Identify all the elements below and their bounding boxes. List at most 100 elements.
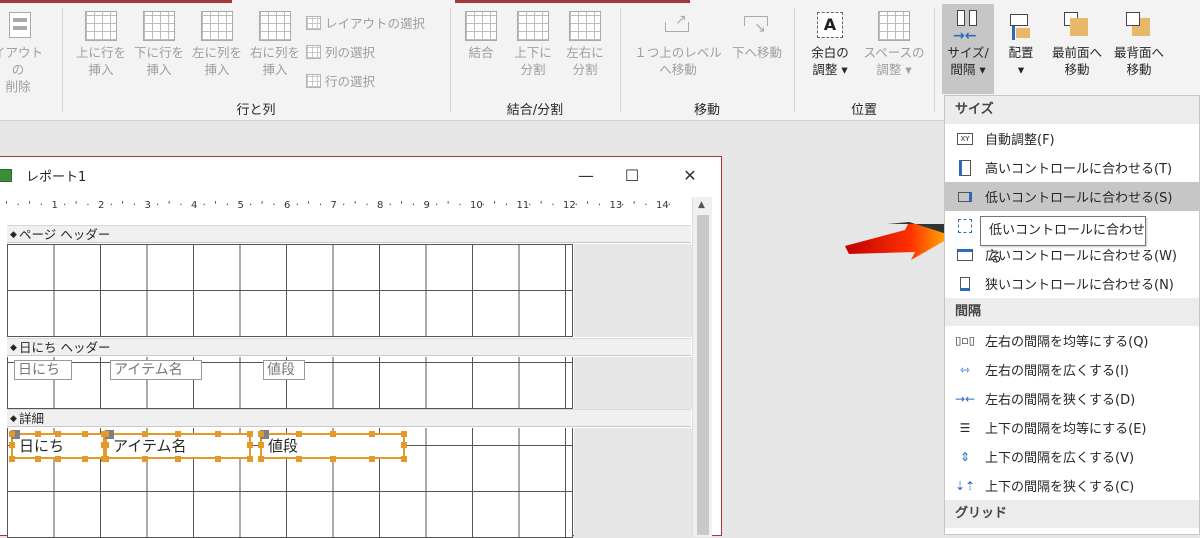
detail-bar[interactable]: ◆ 詳細 <box>7 409 691 427</box>
insert-col-right-button[interactable]: 右に列を 挿入 <box>244 8 306 78</box>
select-row-button[interactable]: 行の選択 <box>306 71 375 90</box>
ribbon-accent <box>455 0 690 3</box>
group-label-position: 位置 <box>850 103 877 118</box>
page-header-bar[interactable]: ◆ ページ ヘッダー <box>7 225 691 243</box>
resize-handle[interactable] <box>9 456 15 462</box>
size-space-icon: →← <box>951 8 985 44</box>
menu-header-size: サイズ <box>945 96 1199 124</box>
group-separator <box>794 8 795 112</box>
ruler-tick: · <box>667 200 671 211</box>
day-header-bar[interactable]: ◆ 日にち ヘッダー <box>7 338 691 356</box>
resize-handle[interactable] <box>368 431 375 437</box>
spacing-button[interactable]: スペースの 調整 ▾ <box>858 8 930 78</box>
resize-handle[interactable] <box>141 431 148 437</box>
ruler-tick: · <box>16 200 20 211</box>
ruler-number: 6 <box>284 200 291 211</box>
label-price[interactable]: 値段 <box>263 360 305 380</box>
bring-front-button[interactable]: 最前面へ 移動 <box>1044 8 1110 78</box>
resize-handle[interactable] <box>81 456 88 462</box>
increase-horizontal-icon: ⇿ <box>959 362 971 377</box>
resize-handle[interactable] <box>55 456 61 462</box>
resize-handle[interactable] <box>296 431 303 437</box>
group-label-move: 移動 <box>693 103 720 118</box>
insert-row-below-button[interactable]: 下に行を 挿入 <box>128 8 190 78</box>
close-button[interactable]: ✕ <box>667 161 713 189</box>
insert-col-left-button[interactable]: 左に列を 挿入 <box>186 8 248 78</box>
resize-handle[interactable] <box>329 456 336 462</box>
insert-col-right-label: 右に列を 挿入 <box>249 45 300 77</box>
resize-handle[interactable] <box>401 442 407 448</box>
ruler-tick: · <box>86 200 90 211</box>
resize-handle[interactable] <box>103 431 109 437</box>
move-up-button[interactable]: ↗ １つ上のレベル へ移動 <box>626 8 730 78</box>
menu-item-decrease-horizontal[interactable]: →← 左右の間隔を狭くする(D) <box>945 384 1199 413</box>
label-item-name[interactable]: アイテム名 <box>110 360 202 380</box>
minimize-button[interactable]: — <box>563 161 609 189</box>
resize-handle[interactable] <box>214 456 221 462</box>
resize-handle[interactable] <box>247 442 253 448</box>
menu-item-equal-vertical[interactable]: ☰ 上下の間隔を均等にする(E) <box>945 413 1199 442</box>
menu-item-to-shortest[interactable]: 低いコントロールに合わせる(S) <box>945 182 1199 211</box>
group-label-rows-cols: 行と列 <box>236 103 276 118</box>
remove-layout-button[interactable]: イアウトの 削除 <box>0 8 46 95</box>
ruler-tick: · <box>388 200 392 211</box>
menu-item-increase-vertical[interactable]: ⇕ 上下の間隔を広くする(V) <box>945 442 1199 471</box>
send-back-button[interactable]: 最背面へ 移動 <box>1106 8 1172 78</box>
resize-handle[interactable] <box>296 456 303 462</box>
vertical-scrollbar[interactable]: ▲ <box>692 197 712 537</box>
detail-empty-area <box>574 428 692 538</box>
resize-handle[interactable] <box>258 442 264 448</box>
move-down-button[interactable]: ↘ 下へ移動 <box>726 8 788 61</box>
menu-item-label: 上下の間隔を狭くする(C) <box>985 480 1135 495</box>
resize-handle[interactable] <box>175 456 181 462</box>
maximize-button[interactable]: ☐ <box>609 161 655 189</box>
resize-handle[interactable] <box>368 456 375 462</box>
split-vertical-icon <box>517 11 549 41</box>
resize-handle[interactable] <box>9 442 15 448</box>
resize-handle[interactable] <box>247 456 253 462</box>
resize-handle[interactable] <box>258 456 264 462</box>
resize-handle[interactable] <box>34 431 41 437</box>
menu-item-autofit[interactable]: XY 自動調整(F) <box>945 124 1199 153</box>
menu-item-decrease-vertical[interactable]: ⇣⇡ 上下の間隔を狭くする(C) <box>945 471 1199 500</box>
resize-handle[interactable] <box>81 431 88 437</box>
resize-handle[interactable] <box>9 431 15 437</box>
resize-handle[interactable] <box>329 431 336 437</box>
label-date[interactable]: 日にち <box>14 360 72 380</box>
resize-handle[interactable] <box>175 431 181 437</box>
margins-button[interactable]: A 余白の 調整 ▾ <box>800 8 860 78</box>
menu-item-increase-horizontal[interactable]: ⇿ 左右の間隔を広くする(I) <box>945 355 1199 384</box>
resize-handle[interactable] <box>214 431 221 437</box>
to-grid-icon <box>958 218 972 233</box>
ruler-tick: · <box>63 200 67 211</box>
menu-item-to-tallest[interactable]: 高いコントロールに合わせる(T) <box>945 153 1199 182</box>
resize-handle[interactable] <box>258 431 264 437</box>
menu-item-equal-horizontal[interactable]: ▯▫▯ 左右の間隔を均等にする(Q) <box>945 326 1199 355</box>
split-vertical-button[interactable]: 上下に 分割 <box>508 8 558 78</box>
select-layout-label: レイアウトの選択 <box>325 16 426 31</box>
split-horizontal-button[interactable]: 左右に 分割 <box>560 8 610 78</box>
merge-button[interactable]: 結合 <box>456 8 506 61</box>
resize-handle[interactable] <box>34 456 41 462</box>
align-button[interactable]: 配置 ▾ <box>998 8 1044 78</box>
insert-row-above-button[interactable]: 上に行を 挿入 <box>70 8 132 78</box>
menu-item-to-narrowest[interactable]: 狭いコントロールに合わせる(N) <box>945 269 1199 298</box>
resize-handle[interactable] <box>247 431 253 437</box>
size-space-button[interactable]: →← サイズ/ 間隔 ▾ <box>942 4 994 94</box>
resize-handle[interactable] <box>401 431 407 437</box>
page-header-grid[interactable] <box>7 244 573 337</box>
scroll-thumb[interactable] <box>697 215 709 535</box>
resize-handle[interactable] <box>55 431 61 437</box>
resize-handle[interactable] <box>141 456 148 462</box>
resize-handle[interactable] <box>401 456 407 462</box>
select-layout-button[interactable]: レイアウトの選択 <box>306 13 425 32</box>
scroll-up-icon[interactable]: ▲ <box>698 200 705 210</box>
insert-col-left-label: 左に列を 挿入 <box>191 45 242 77</box>
bring-front-icon <box>1060 8 1094 42</box>
day-header-label: 日にち ヘッダー <box>19 340 111 355</box>
insert-row-below-icon <box>143 11 175 41</box>
ruler-number: 1 <box>51 200 58 211</box>
select-column-button[interactable]: 列の選択 <box>306 42 375 61</box>
resize-handle[interactable] <box>103 456 109 462</box>
resize-handle[interactable] <box>103 442 109 448</box>
